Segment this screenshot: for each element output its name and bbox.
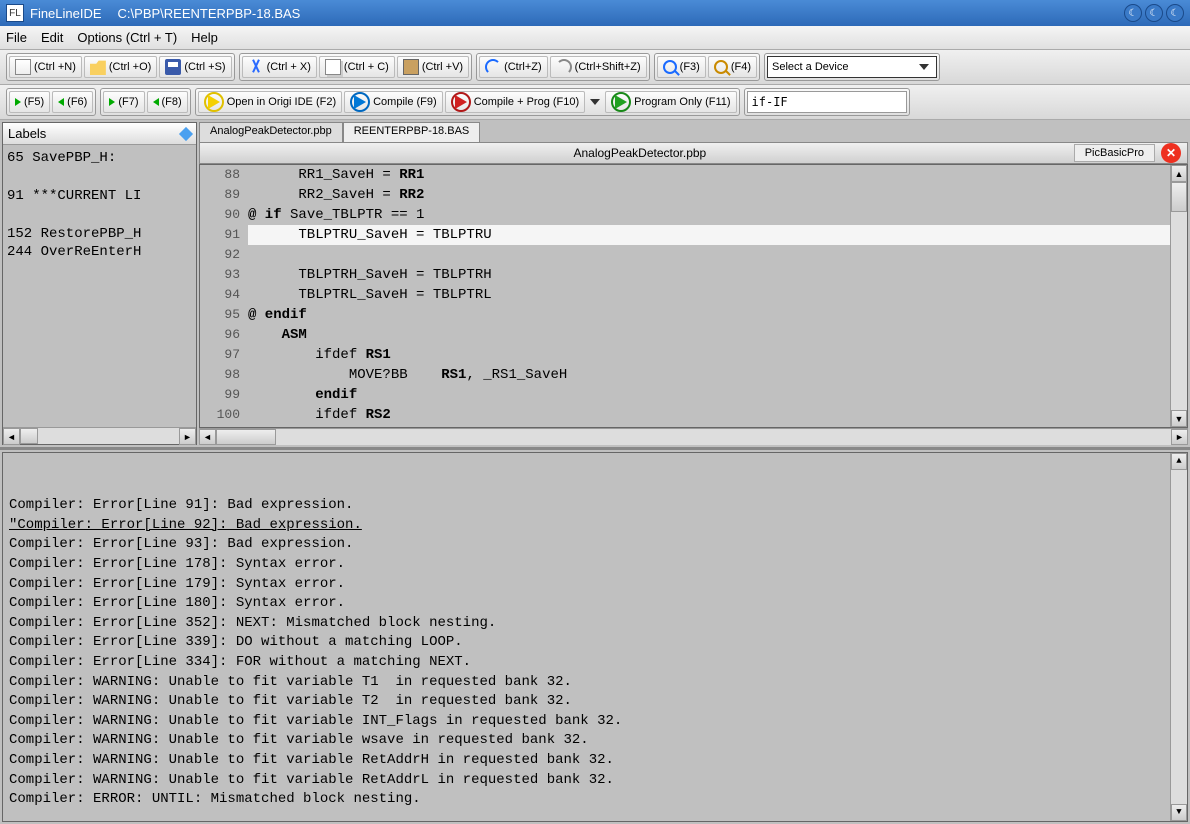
folder-icon — [90, 59, 106, 75]
scroll-up-icon[interactable]: ▲ — [1171, 453, 1187, 470]
open-button[interactable]: (Ctrl +O) — [84, 56, 157, 78]
copy-icon — [325, 59, 341, 75]
indent-f7-button[interactable]: (F7) — [103, 91, 144, 113]
dropdown-icon[interactable] — [590, 99, 600, 105]
find-next-button[interactable]: (F4) — [708, 56, 757, 78]
paste-icon — [403, 59, 419, 75]
document-title: AnalogPeakDetector.pbp — [206, 146, 1074, 160]
labels-list[interactable]: 65 SavePBP_H: 91 ***CURRENT LI 152 Resto… — [3, 145, 196, 427]
app-name: FineLineIDE — [30, 6, 102, 21]
code-content[interactable]: RR1_SaveH = RR1 RR2_SaveH = RR2 @ if Sav… — [248, 165, 1170, 427]
tab-0[interactable]: AnalogPeakDetector.pbp — [199, 122, 343, 142]
file-path: C:\PBP\REENTERPBP-18.BAS — [118, 6, 301, 21]
menu-help[interactable]: Help — [191, 30, 218, 45]
undo-button[interactable]: (Ctrl+Z) — [479, 56, 548, 78]
redo-icon — [556, 59, 572, 75]
language-badge: PicBasicPro — [1074, 144, 1155, 162]
outdent-icon — [153, 98, 159, 106]
scroll-up-icon[interactable]: ▲ — [1171, 165, 1187, 182]
search-icon — [663, 60, 677, 74]
open-orig-ide-button[interactable]: Open in Origi IDE (F2) — [198, 91, 342, 113]
labels-panel: Labels 65 SavePBP_H: 91 ***CURRENT LI 15… — [2, 122, 197, 445]
output-vscroll[interactable]: ▲ ▼ — [1170, 453, 1187, 821]
code-vscroll[interactable]: ▲ ▼ — [1170, 165, 1187, 427]
scroll-right-icon[interactable]: ► — [179, 428, 196, 445]
labels-panel-header[interactable]: Labels — [3, 123, 196, 145]
outdent-f8-button[interactable]: (F8) — [147, 91, 188, 113]
indent-icon — [15, 98, 21, 106]
outdent-icon — [58, 98, 64, 106]
indent-icon — [109, 98, 115, 106]
find-button[interactable]: (F3) — [657, 56, 706, 78]
if-input[interactable] — [747, 91, 907, 113]
code-hscroll[interactable]: ◄ ► — [199, 428, 1188, 445]
toolbar-row-2: (F5) (F6) (F7) (F8) Open in Origi IDE (F… — [0, 85, 1190, 120]
save-button[interactable]: (Ctrl +S) — [159, 56, 231, 78]
close-button[interactable]: ☾ — [1166, 4, 1184, 22]
new-button[interactable]: (Ctrl +N) — [9, 56, 82, 78]
indent-f5-button[interactable]: (F5) — [9, 91, 50, 113]
play-icon — [455, 95, 467, 109]
app-icon: FL — [6, 4, 24, 22]
play-icon — [615, 95, 627, 109]
scroll-left-icon[interactable]: ◄ — [199, 429, 216, 445]
redo-button[interactable]: (Ctrl+Shift+Z) — [550, 56, 647, 78]
menu-file[interactable]: File — [6, 30, 27, 45]
menu-edit[interactable]: Edit — [41, 30, 63, 45]
maximize-button[interactable]: ☾ — [1145, 4, 1163, 22]
code-editor[interactable]: 888990919293949596979899100 RR1_SaveH = … — [199, 164, 1188, 428]
scroll-right-icon[interactable]: ► — [1171, 429, 1188, 445]
labels-hscroll[interactable]: ◄ ► — [3, 427, 196, 444]
tab-1[interactable]: REENTERPBP-18.BAS — [343, 122, 481, 142]
undo-icon — [485, 59, 501, 75]
program-only-button[interactable]: Program Only (F11) — [605, 91, 736, 113]
play-icon — [354, 95, 366, 109]
chevron-down-icon — [919, 64, 929, 70]
labels-title: Labels — [8, 126, 46, 141]
titlebar: FL FineLineIDE C:\PBP\REENTERPBP-18.BAS … — [0, 0, 1190, 26]
line-gutter: 888990919293949596979899100 — [200, 165, 248, 427]
outdent-f6-button[interactable]: (F6) — [52, 91, 93, 113]
copy-button[interactable]: (Ctrl + C) — [319, 56, 395, 78]
scroll-down-icon[interactable]: ▼ — [1171, 410, 1187, 427]
file-tabs: AnalogPeakDetector.pbp REENTERPBP-18.BAS — [199, 122, 1188, 142]
device-select[interactable]: Select a Device — [767, 56, 937, 78]
diamond-icon — [179, 126, 193, 140]
compiler-output[interactable]: Compiler: Error[Line 91]: Bad expression… — [2, 452, 1188, 822]
cut-button[interactable]: (Ctrl + X) — [242, 56, 317, 78]
file-icon — [15, 59, 31, 75]
menu-options[interactable]: Options (Ctrl + T) — [77, 30, 177, 45]
menubar: File Edit Options (Ctrl + T) Help — [0, 26, 1190, 50]
paste-button[interactable]: (Ctrl +V) — [397, 56, 469, 78]
toolbar-row-1: (Ctrl +N) (Ctrl +O) (Ctrl +S) (Ctrl + X)… — [0, 50, 1190, 85]
close-icon[interactable]: ✕ — [1161, 143, 1181, 163]
scroll-left-icon[interactable]: ◄ — [3, 428, 20, 445]
scissors-icon — [248, 59, 264, 75]
save-icon — [165, 59, 181, 75]
play-icon — [208, 95, 220, 109]
scroll-down-icon[interactable]: ▼ — [1171, 804, 1187, 821]
search-next-icon — [714, 60, 728, 74]
document-header: AnalogPeakDetector.pbp PicBasicPro ✕ — [199, 142, 1188, 164]
minimize-button[interactable]: ☾ — [1124, 4, 1142, 22]
compile-prog-button[interactable]: Compile + Prog (F10) — [445, 91, 585, 113]
compile-button[interactable]: Compile (F9) — [344, 91, 443, 113]
